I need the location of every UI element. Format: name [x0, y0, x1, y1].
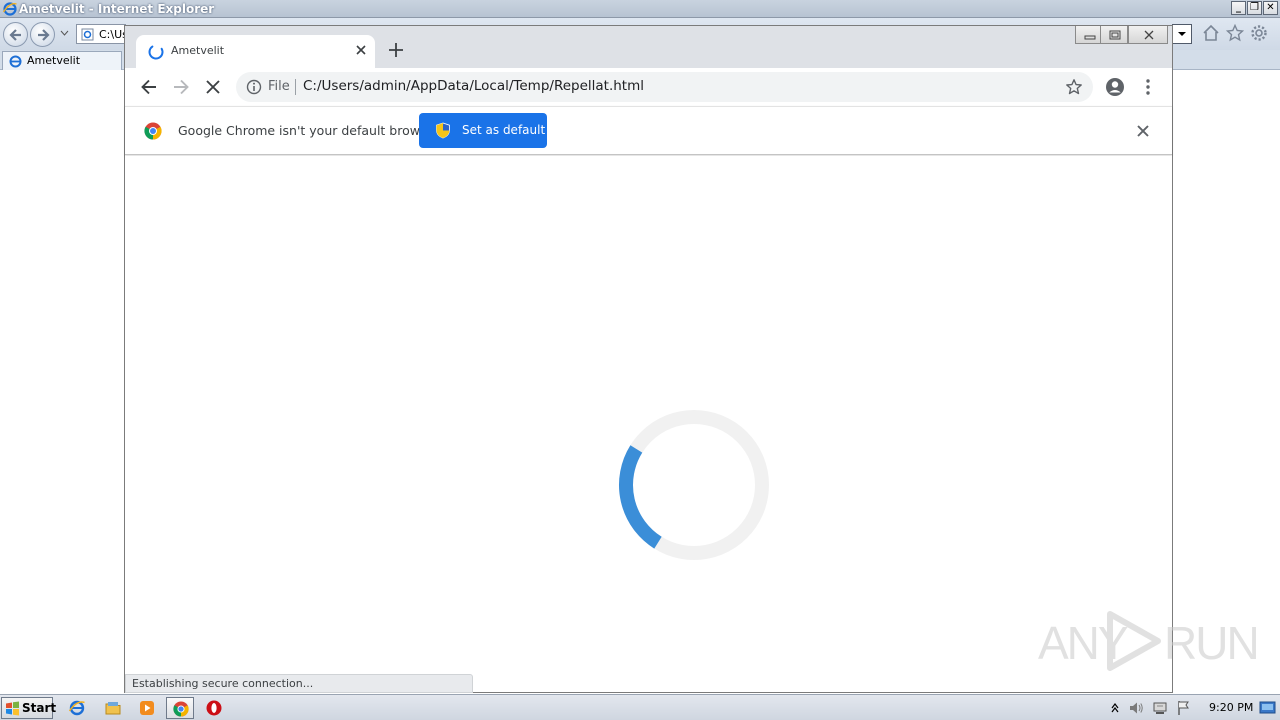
- omnibox-scheme-label: File: [268, 79, 290, 94]
- loading-spinner-icon: [148, 44, 164, 60]
- ie-restore-button[interactable]: ❐: [1247, 1, 1262, 15]
- chrome-window: Ametvelit File C:/Users/admin/AppData/Lo…: [124, 25, 1173, 693]
- omnibox-separator: [295, 79, 296, 95]
- chrome-toolbar: File C:/Users/admin/AppData/Local/Temp/R…: [125, 68, 1172, 106]
- close-icon: [1144, 30, 1154, 40]
- chrome-tab[interactable]: Ametvelit: [136, 35, 375, 68]
- windows-flag-icon: [6, 701, 19, 716]
- ie-tab[interactable]: Ametvelit: [2, 51, 122, 70]
- ie-address-bar[interactable]: C:\Us: [76, 24, 126, 44]
- chrome-logo-icon: [144, 122, 162, 140]
- default-browser-infobar: Google Chrome isn't your default browser…: [125, 106, 1172, 155]
- ie-page-icon: [81, 28, 94, 41]
- media-player-icon: [140, 701, 154, 715]
- ie-minimize-button[interactable]: _: [1231, 1, 1246, 15]
- internet-explorer-icon: [69, 700, 85, 716]
- restore-icon: [1109, 30, 1121, 40]
- history-dropdown-icon[interactable]: [60, 30, 69, 36]
- chrome-restore-button[interactable]: [1100, 26, 1128, 44]
- desktop: Ametvelit - Internet Explorer _ ❐ ✕ C:\U…: [0, 0, 1280, 720]
- chrome-tab-title: Ametvelit: [171, 44, 225, 57]
- minimize-icon: [1084, 35, 1096, 40]
- ie-back-button[interactable]: [3, 22, 28, 47]
- ie-tab-label: Ametvelit: [27, 54, 81, 67]
- tab-close-icon[interactable]: [352, 41, 370, 59]
- new-tab-plus-icon[interactable]: [387, 41, 405, 59]
- start-label: Start: [22, 701, 57, 715]
- chrome-minimize-button[interactable]: [1075, 26, 1103, 44]
- ie-address-text: C:\Us: [99, 28, 126, 41]
- infobar-message: Google Chrome isn't your default browser: [178, 123, 440, 138]
- ie-title-bar: Ametvelit - Internet Explorer _ ❐ ✕: [0, 0, 1280, 18]
- set-as-default-button[interactable]: Set as default: [419, 113, 547, 148]
- play-triangle-logo-icon: [1107, 611, 1161, 671]
- ie-toolbar-icons: [1202, 24, 1268, 42]
- chrome-close-button[interactable]: [1128, 26, 1168, 44]
- ie-address-dropdown-button[interactable]: [1172, 24, 1192, 44]
- chevron-down-icon: [1178, 32, 1186, 36]
- more-menu-kebab-icon[interactable]: [1138, 77, 1158, 97]
- system-tray: 9:20 PM: [1104, 695, 1280, 720]
- page-loading-spinner: [619, 410, 769, 560]
- omnibox[interactable]: File C:/Users/admin/AppData/Local/Temp/R…: [236, 72, 1093, 102]
- chrome-icon: [173, 701, 189, 717]
- profile-avatar-icon[interactable]: [1105, 77, 1125, 97]
- ie-close-button[interactable]: ✕: [1263, 1, 1278, 15]
- status-bubble: Establishing secure connection...: [125, 674, 473, 693]
- info-icon[interactable]: [246, 79, 262, 95]
- taskbar-opera-button[interactable]: [200, 697, 228, 719]
- bookmark-star-icon[interactable]: [1065, 78, 1083, 96]
- back-arrow-icon[interactable]: [139, 77, 159, 97]
- opera-icon: [206, 700, 222, 716]
- loader-arc: [619, 410, 769, 560]
- omnibox-url[interactable]: C:/Users/admin/AppData/Local/Temp/Repell…: [303, 78, 644, 94]
- watermark-text-right: RUN: [1164, 617, 1260, 669]
- favorites-star-icon[interactable]: [1226, 24, 1244, 42]
- chrome-tab-strip: Ametvelit: [125, 26, 1172, 68]
- page-content: [125, 156, 1172, 692]
- taskbar-media-player-button[interactable]: [133, 697, 161, 719]
- stop-loading-icon[interactable]: [203, 77, 223, 97]
- ie-tab-icon: [9, 55, 22, 68]
- taskbar-explorer-button[interactable]: [99, 697, 127, 719]
- network-icon[interactable]: [1152, 700, 1168, 716]
- anyrun-watermark: ANY RUN: [1036, 608, 1260, 671]
- show-hidden-icons-icon[interactable]: [1110, 700, 1120, 714]
- folder-icon: [105, 702, 121, 715]
- infobar-close-icon[interactable]: [1136, 124, 1150, 138]
- taskbar-clock[interactable]: 9:20 PM: [1209, 701, 1253, 714]
- uac-shield-icon: [436, 122, 450, 139]
- ie-forward-button[interactable]: [30, 22, 55, 47]
- home-icon[interactable]: [1202, 24, 1220, 42]
- taskbar-chrome-button[interactable]: [166, 697, 194, 719]
- ie-window-controls: _ ❐ ✕: [1231, 1, 1278, 15]
- set-as-default-label: Set as default: [462, 123, 546, 137]
- taskbar: Start 9:20 PM: [0, 694, 1280, 720]
- settings-gear-icon[interactable]: [1250, 24, 1268, 42]
- ie-logo-icon: [3, 2, 17, 16]
- action-center-flag-icon[interactable]: [1176, 700, 1192, 716]
- arrow-left-icon: [9, 29, 21, 41]
- start-button[interactable]: Start: [1, 697, 57, 719]
- arrow-right-icon: [38, 29, 50, 41]
- ie-window-title: Ametvelit - Internet Explorer: [19, 2, 215, 16]
- volume-icon[interactable]: [1128, 700, 1144, 716]
- taskbar-ie-button[interactable]: [63, 697, 91, 719]
- forward-arrow-icon[interactable]: [171, 77, 191, 97]
- show-desktop-icon[interactable]: [1259, 700, 1276, 715]
